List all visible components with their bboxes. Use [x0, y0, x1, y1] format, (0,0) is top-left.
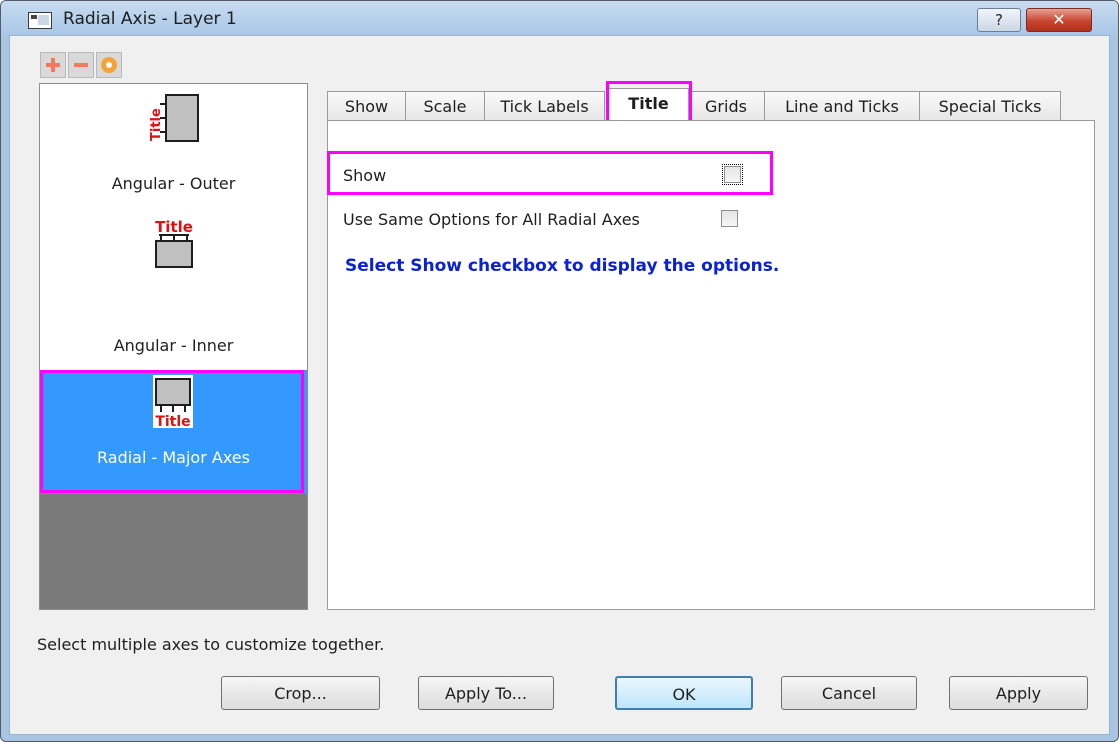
remove-icon[interactable]: [68, 52, 94, 78]
close-button[interactable]: ✕: [1026, 8, 1092, 32]
angular-inner-axis-icon: Title: [155, 218, 193, 242]
window-title: Radial Axis - Layer 1: [63, 9, 237, 29]
tab-scale[interactable]: Scale: [405, 91, 485, 120]
angular-inner-box-icon: [155, 240, 193, 268]
tab-line-and-ticks[interactable]: Line and Ticks: [764, 91, 920, 120]
app-icon: [28, 12, 52, 29]
title-bar[interactable]: Radial Axis - Layer 1 ? ✕: [1, 1, 1118, 35]
add-icon[interactable]: [40, 52, 66, 78]
show-row-highlight: [327, 151, 773, 195]
ok-button[interactable]: OK: [615, 676, 753, 710]
angular-inner-icon-title: Title: [155, 218, 193, 236]
same-options-label: Use Same Options for All Radial Axes: [343, 210, 640, 229]
tab-special-ticks[interactable]: Special Ticks: [919, 91, 1061, 120]
same-options-checkbox[interactable]: [721, 210, 738, 227]
axis-label-angular-inner: Angular - Inner: [113, 336, 234, 355]
options-note: Select Show checkbox to display the opti…: [345, 256, 780, 276]
selected-axis-highlight: [40, 370, 304, 493]
crop-button[interactable]: Crop...: [221, 676, 380, 710]
apply-to-button[interactable]: Apply To...: [418, 676, 554, 710]
tab-show[interactable]: Show: [327, 91, 406, 120]
hint-text: Select multiple axes to customize togeth…: [37, 635, 385, 654]
axis-item-angular-inner[interactable]: Title Angular - Inner: [40, 208, 307, 370]
help-button[interactable]: ?: [977, 8, 1021, 32]
tab-grids[interactable]: Grids: [687, 91, 765, 120]
tab-tick-labels[interactable]: Tick Labels: [484, 91, 605, 120]
gear-icon[interactable]: [96, 52, 122, 78]
axis-list[interactable]: Title Angular - Outer Title Angular - In…: [39, 83, 308, 610]
apply-button[interactable]: Apply: [949, 676, 1088, 710]
cancel-button[interactable]: Cancel: [781, 676, 917, 710]
